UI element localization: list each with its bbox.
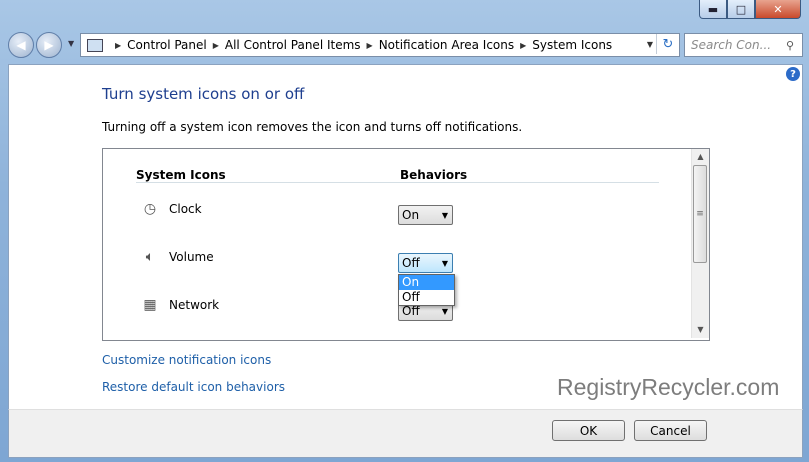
control-panel-icon: [87, 38, 103, 52]
page-description: Turning off a system icon removes the ic…: [102, 120, 523, 134]
search-box[interactable]: Search Con... ⚲: [684, 33, 803, 57]
system-icons-list: System Icons Behaviors ◷ Clock On ▼ 🔈︎ V…: [102, 148, 710, 341]
window-controls: ▬ □ ✕: [699, 0, 801, 20]
column-header-behaviors: Behaviors: [400, 168, 468, 182]
dropdown-option-off[interactable]: Off: [399, 290, 454, 305]
clock-behavior-value: On: [402, 208, 420, 222]
control-panel-window: ▬ □ ✕ ◀ ▶ ▼ ▶ Control Panel ▶ All Control …: [0, 0, 809, 462]
arrow-left-icon: ◀: [16, 38, 26, 52]
chevron-down-icon: ▼: [441, 210, 449, 220]
breadcrumb-control-panel[interactable]: Control Panel: [127, 38, 207, 52]
breadcrumb-notification-area-icons[interactable]: Notification Area Icons: [379, 38, 514, 52]
refresh-icon[interactable]: ↻: [656, 34, 679, 54]
row-label-network: Network: [169, 298, 220, 312]
address-bar[interactable]: ▶ Control Panel ▶ All Control Panel Items …: [80, 33, 680, 57]
chevron-down-icon: ▼: [441, 306, 449, 316]
minimize-button[interactable]: ▬: [699, 0, 727, 19]
back-button[interactable]: ◀: [8, 32, 34, 58]
chevron-right-icon[interactable]: ▶: [115, 41, 121, 50]
volume-behavior-value: Off: [402, 256, 420, 270]
clock-behavior-select[interactable]: On ▼: [398, 205, 453, 225]
watermark-text: RegistryRecycler.com: [557, 374, 780, 400]
address-dropdown-icon[interactable]: ▼: [647, 40, 653, 49]
speaker-icon: 🔈︎: [145, 249, 155, 265]
search-input[interactable]: Search Con...: [691, 38, 786, 52]
network-behavior-value: Off: [402, 304, 420, 318]
volume-behavior-dropdown: On Off: [398, 274, 455, 306]
forward-button[interactable]: ▶: [36, 32, 62, 58]
volume-behavior-select[interactable]: Off ▼: [398, 253, 453, 273]
chevron-down-icon: ▼: [441, 258, 449, 268]
maximize-button[interactable]: □: [727, 0, 755, 19]
ok-button[interactable]: OK: [552, 420, 625, 441]
scroll-up-icon[interactable]: ▲: [692, 149, 709, 165]
main-content: ? Turn system icons on or off Turning of…: [8, 64, 803, 410]
scrollbar-thumb[interactable]: ≡: [693, 165, 707, 263]
clock-icon: ◷: [143, 201, 157, 217]
network-icon: ▦: [143, 297, 157, 313]
close-button[interactable]: ✕: [755, 0, 801, 19]
search-icon[interactable]: ⚲: [786, 39, 802, 52]
chevron-right-icon[interactable]: ▶: [367, 41, 373, 50]
arrow-right-icon: ▶: [44, 38, 54, 52]
header-divider: [136, 182, 659, 183]
customize-notification-icons-link[interactable]: Customize notification icons: [102, 353, 271, 367]
column-header-system-icons: System Icons: [136, 168, 226, 182]
breadcrumb-system-icons[interactable]: System Icons: [532, 38, 612, 52]
scroll-down-icon[interactable]: ▼: [692, 322, 709, 338]
breadcrumb-all-items[interactable]: All Control Panel Items: [225, 38, 361, 52]
dropdown-option-on[interactable]: On: [399, 275, 454, 290]
row-label-clock: Clock: [169, 202, 202, 216]
help-icon[interactable]: ?: [786, 67, 800, 81]
cancel-button[interactable]: Cancel: [634, 420, 707, 441]
chevron-right-icon[interactable]: ▶: [213, 41, 219, 50]
dialog-footer: OK Cancel: [8, 409, 803, 458]
restore-default-behaviors-link[interactable]: Restore default icon behaviors: [102, 380, 285, 394]
navigation-bar: ◀ ▶ ▼ ▶ Control Panel ▶ All Control Panel …: [6, 30, 803, 60]
recent-pages-dropdown[interactable]: ▼: [68, 39, 74, 48]
chevron-right-icon[interactable]: ▶: [520, 41, 526, 50]
row-label-volume: Volume: [169, 250, 214, 264]
list-scrollbar[interactable]: ▲ ≡ ▼: [691, 149, 709, 338]
page-title: Turn system icons on or off: [102, 85, 305, 103]
